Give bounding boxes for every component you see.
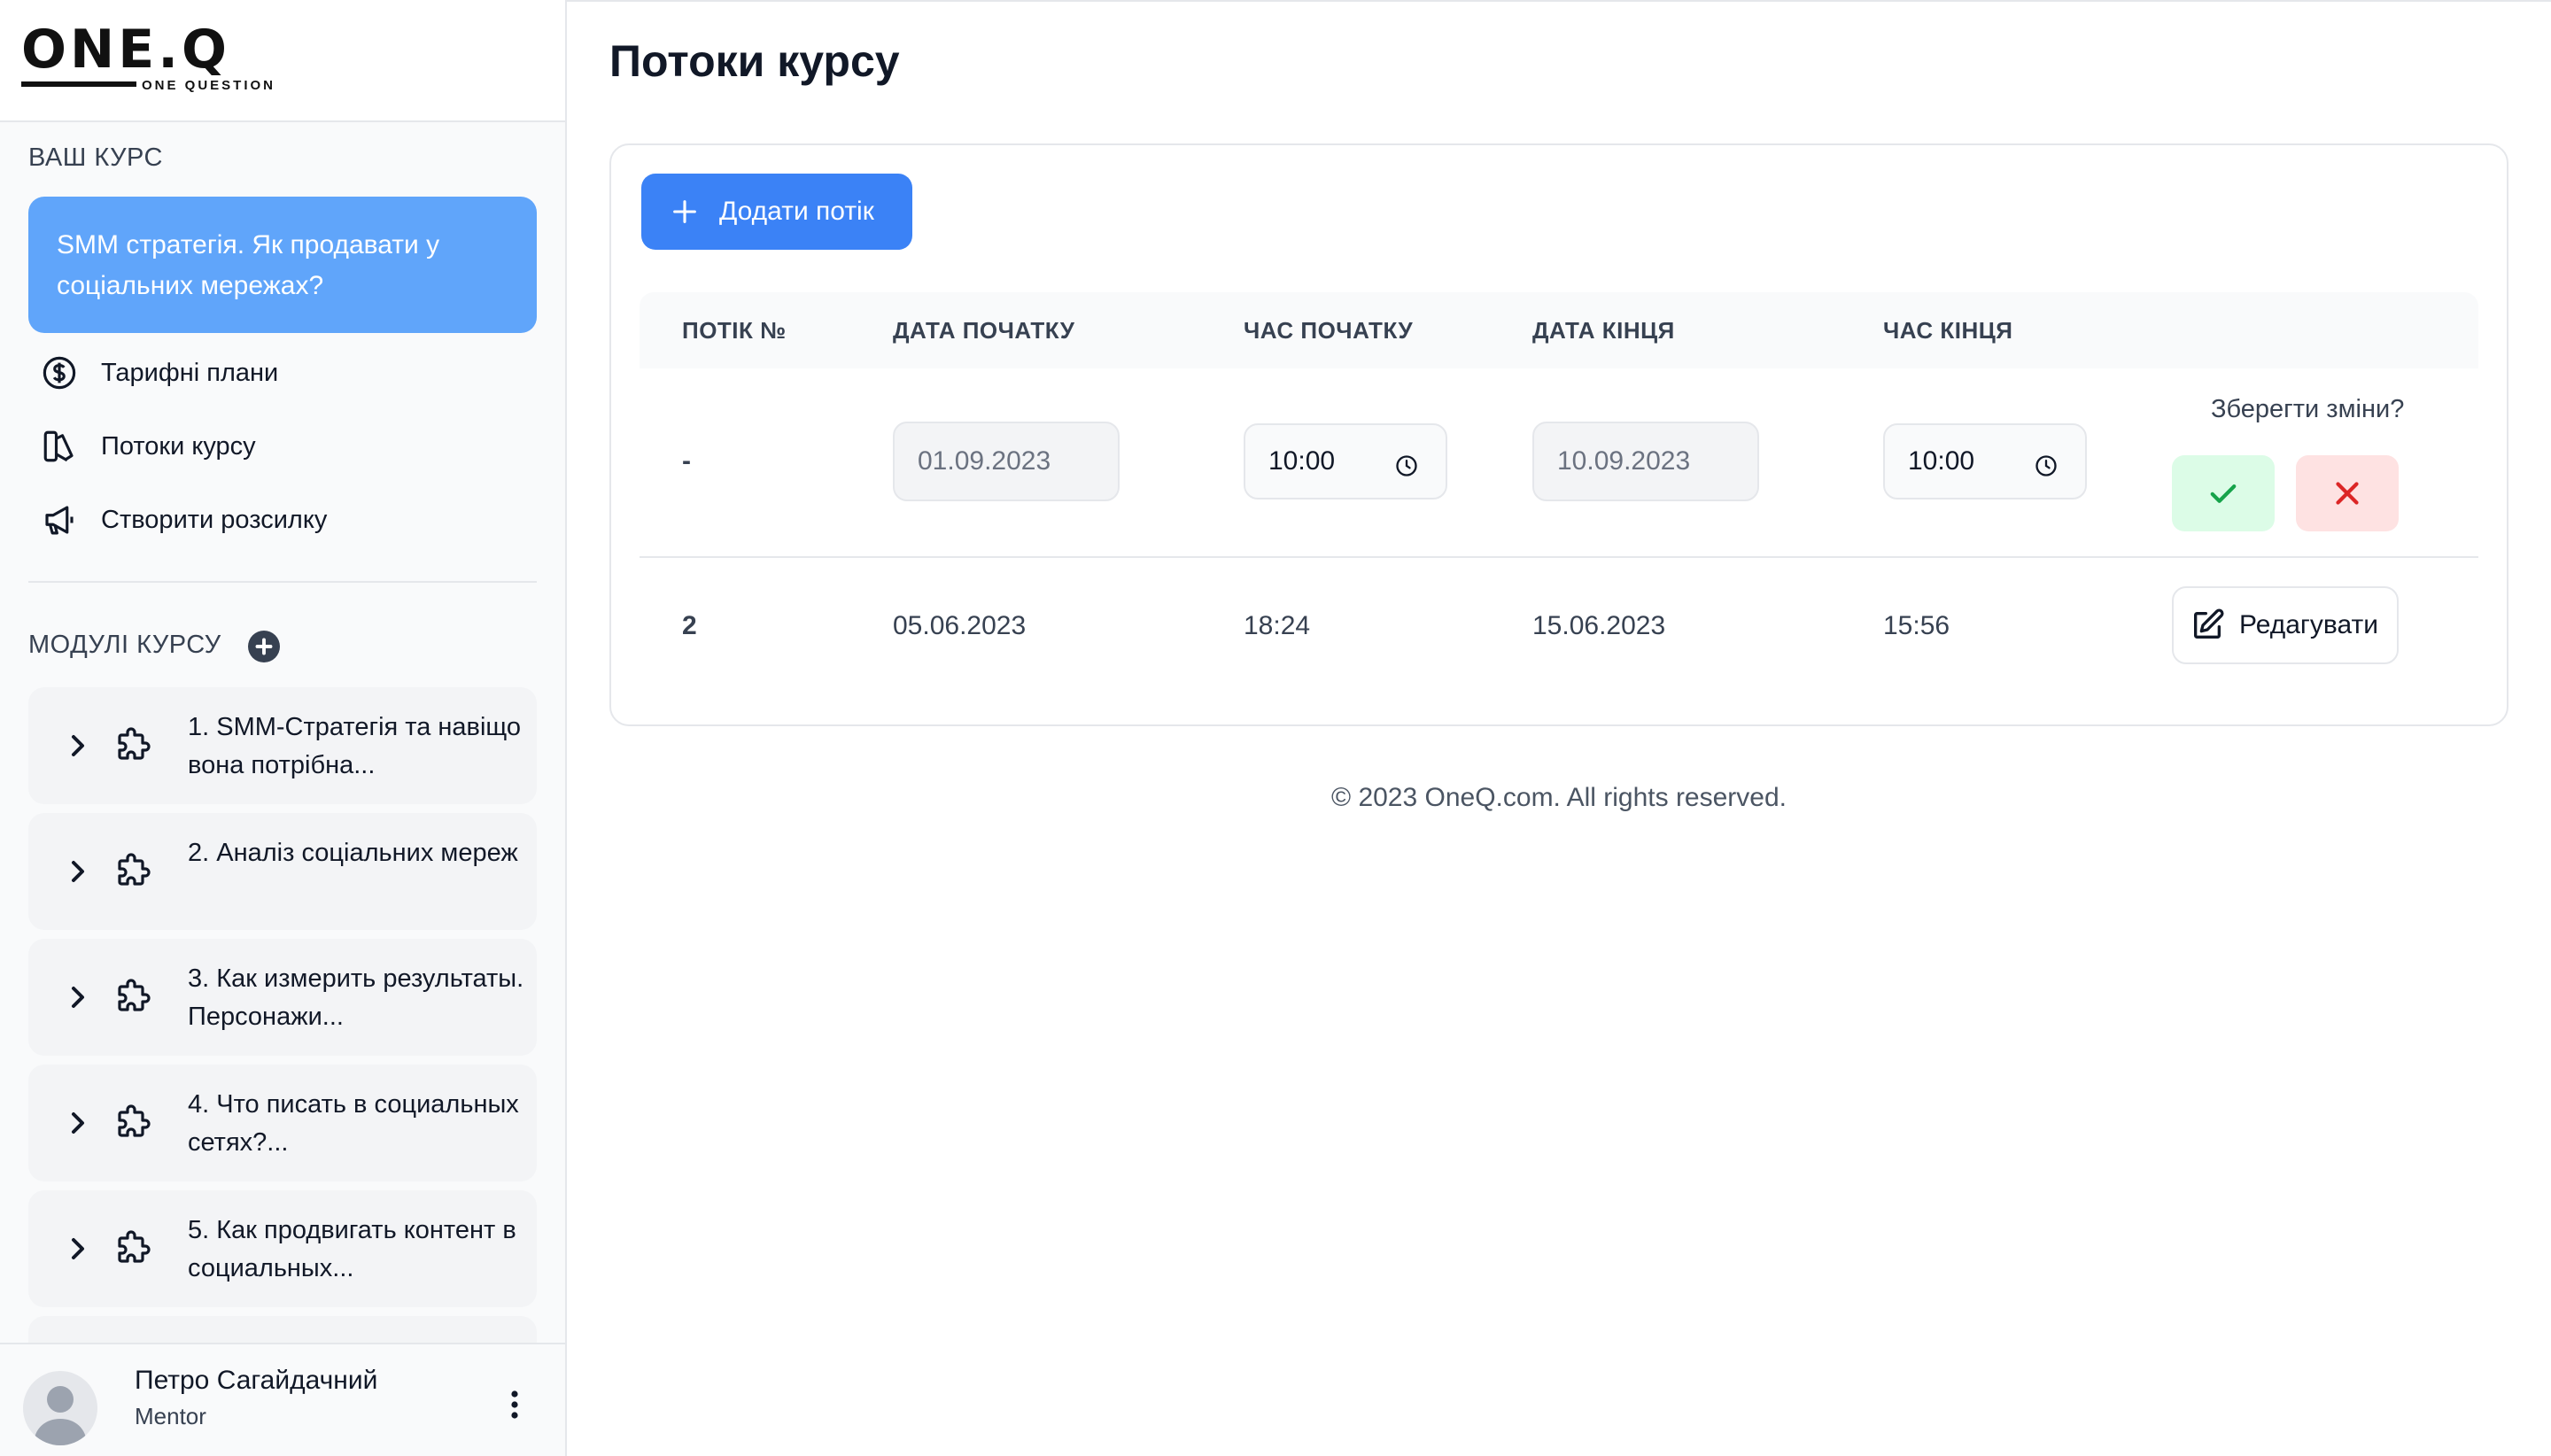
module-title: 5. Как продвигать контент в социальных..… [188, 1216, 516, 1282]
column-header: ЧАС ПОЧАТКУ [1244, 317, 1414, 344]
chevron-right-icon[interactable] [60, 854, 96, 889]
end-time: 15:56 [1883, 611, 1950, 640]
nav-item-label: Створити розсилку [101, 505, 328, 534]
end-time-input[interactable]: 10:00 [1883, 423, 2087, 500]
sidebar-divider [28, 581, 537, 583]
nav-item-label: Потоки курсу [101, 431, 256, 461]
column-header: ЧАС КІНЦЯ [1883, 317, 2013, 344]
module-title: 2. Аналіз соціальних мереж [188, 839, 518, 867]
chevron-right-icon[interactable] [60, 1231, 96, 1266]
nav-item-pricing-plans[interactable]: Тарифні плани [41, 351, 537, 395]
user-silhouette-icon [34, 1386, 87, 1445]
user-profile-bar: Петро Сагайдачний Mentor [0, 1343, 565, 1456]
nav-item-create-mailing[interactable]: Створити розсилку [41, 498, 537, 542]
stream-number: 2 [682, 611, 697, 640]
column-header: ДАТА КІНЦЯ [1532, 317, 1675, 344]
modules-section-title: МОДУЛІ КУРСУ [28, 631, 221, 659]
column-header: ПОТІК № [682, 317, 787, 344]
add-stream-label: Додати потік [719, 197, 874, 226]
column-header: ДАТА ПОЧАТКУ [893, 317, 1075, 344]
close-icon [2336, 482, 2359, 505]
edit-icon [2194, 608, 2224, 639]
stream-number: - [682, 446, 691, 476]
puzzle-icon [118, 1104, 151, 1137]
puzzle-icon [118, 1230, 151, 1263]
edit-button-label: Редагувати [2239, 610, 2378, 639]
table-row-editing: - 01.09.2023 10:00 10.09.2023 10:00 Збер… [640, 368, 2478, 558]
start-time-value: 10:00 [1268, 446, 1336, 476]
clock-icon[interactable] [1394, 453, 1419, 478]
module-item[interactable]: 4. Что писать в социальных сетях?... [28, 1065, 537, 1181]
clock-icon[interactable] [2034, 453, 2059, 478]
logo-text: ONE.Q [21, 19, 231, 81]
nav-item-course-streams[interactable]: Потоки курсу [41, 424, 537, 469]
puzzle-icon [118, 979, 151, 1011]
confirm-save-button[interactable] [2172, 455, 2275, 531]
megaphone-icon [41, 501, 78, 538]
module-item[interactable]: 3. Как измерить результаты. Персонажи... [28, 939, 537, 1056]
user-role: Mentor [135, 1403, 206, 1429]
puzzle-icon [118, 853, 151, 886]
dollar-circle-icon [41, 354, 78, 391]
add-stream-button[interactable]: Додати потік [641, 174, 912, 250]
user-menu-button[interactable] [501, 1387, 528, 1422]
save-changes-prompt: Зберегти зміни? [2211, 395, 2405, 423]
plus-icon [255, 638, 273, 655]
table-header: ПОТІК № ДАТА ПОЧАТКУ ЧАС ПОЧАТКУ ДАТА КІ… [640, 292, 2478, 368]
end-date-input[interactable]: 10.09.2023 [1532, 422, 1759, 501]
start-time: 18:24 [1244, 611, 1311, 640]
module-title: 1. SMM-Стратегія та навіщо вона потрібна… [188, 713, 522, 779]
plus-icon [673, 200, 696, 223]
module-title: 4. Что писать в социальных сетях?... [188, 1090, 519, 1157]
top-border [567, 0, 2551, 2]
nav-item-label: Тарифні плани [101, 358, 279, 387]
logo-tagline: ONE QUESTION [142, 78, 276, 93]
streams-icon [41, 428, 78, 465]
module-item[interactable]: 1. SMM-Стратегія та навіщо вона потрібна… [28, 687, 537, 804]
logo[interactable]: ONE.Q ONE QUESTION [0, 0, 565, 122]
chevron-right-icon[interactable] [60, 728, 96, 763]
end-time-value: 10:00 [1908, 446, 1975, 476]
chevron-right-icon[interactable] [60, 1105, 96, 1141]
chevron-right-icon[interactable] [60, 980, 96, 1015]
cancel-edit-button[interactable] [2296, 455, 2399, 531]
avatar[interactable] [23, 1371, 97, 1445]
add-module-button[interactable] [248, 631, 280, 662]
logo-underline [21, 81, 136, 87]
module-item[interactable]: 5. Как продвигать контент в социальных..… [28, 1190, 537, 1307]
start-time-input[interactable]: 10:00 [1244, 423, 1447, 500]
user-name: Петро Сагайдачний [135, 1366, 378, 1395]
module-item[interactable]: 2. Аналіз соціальних мереж [28, 813, 537, 930]
puzzle-icon [118, 727, 151, 760]
check-icon [2210, 484, 2237, 503]
kebab-menu-icon [511, 1390, 518, 1419]
page-title: Потоки курсу [609, 36, 900, 86]
module-title: 3. Как измерить результаты. Персонажи... [188, 964, 524, 1031]
footer-copyright: © 2023 OneQ.com. All rights reserved. [1331, 783, 1787, 812]
edit-button[interactable]: Редагувати [2172, 586, 2399, 664]
sidebar: ONE.Q ONE QUESTION ВАШ КУРС SMM стратегі… [0, 0, 567, 1456]
course-section-title: ВАШ КУРС [28, 143, 163, 172]
streams-panel: Додати потік ПОТІК № ДАТА ПОЧАТКУ ЧАС ПО… [609, 143, 2508, 726]
start-date: 05.06.2023 [893, 611, 1027, 640]
end-date: 15.06.2023 [1532, 611, 1666, 640]
current-course-card[interactable]: SMM стратегія. Як продавати у соціальних… [28, 197, 537, 333]
start-date-input[interactable]: 01.09.2023 [893, 422, 1120, 501]
table-row: 2 05.06.2023 18:24 15.06.2023 15:56 Реда… [640, 558, 2478, 694]
